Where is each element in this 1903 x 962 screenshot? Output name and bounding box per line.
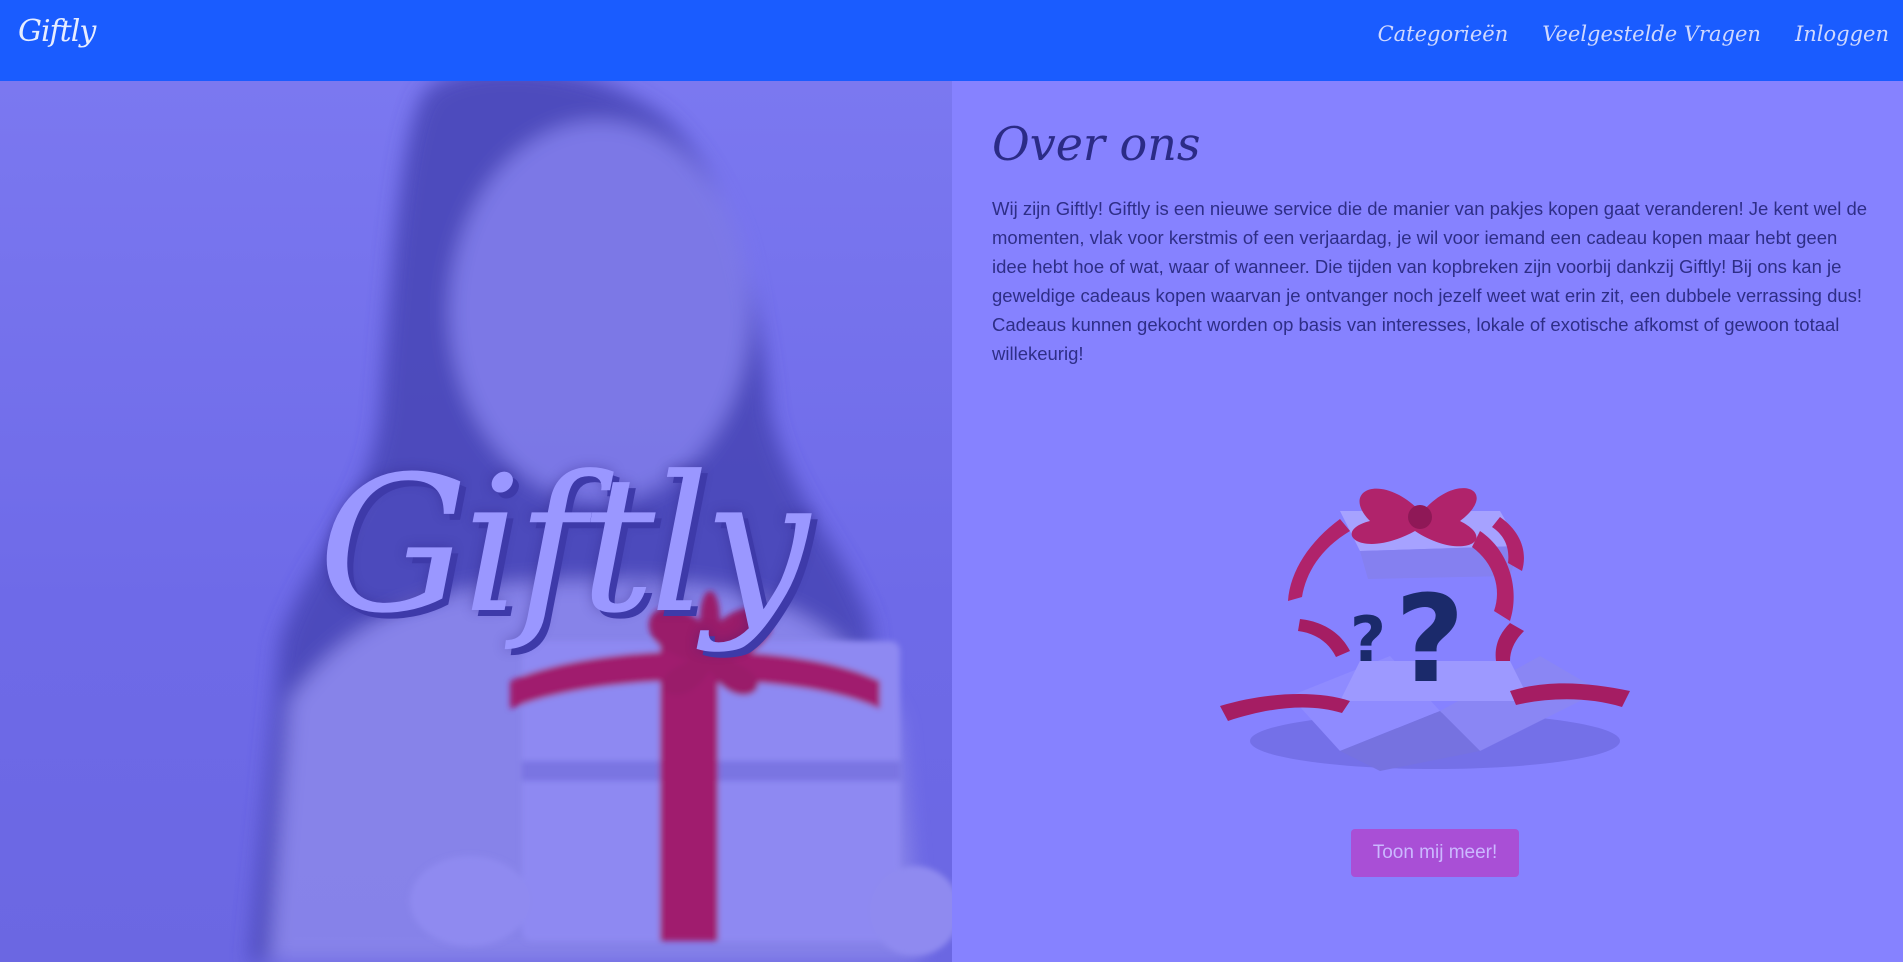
about-heading: Over ons [992, 117, 1201, 171]
hero-title-logo: Giftly [318, 436, 810, 655]
svg-text:?: ? [1395, 571, 1465, 710]
brand-logo-link[interactable]: Giftly [18, 14, 96, 49]
nav-link-login[interactable]: Inloggen [1795, 22, 1889, 46]
show-more-button[interactable]: Toon mij meer! [1351, 829, 1519, 877]
svg-text:?: ? [1350, 603, 1386, 676]
navbar: Giftly Categorieën Veelgestelde Vragen I… [0, 0, 1903, 81]
nav-link-faq[interactable]: Veelgestelde Vragen [1542, 22, 1761, 46]
about-section: Over ons Wij zijn Giftly! Giftly is een … [952, 81, 1903, 962]
nav-link-categories[interactable]: Categorieën [1378, 22, 1509, 46]
hero-section: Giftly [0, 81, 952, 962]
nav-links: Categorieën Veelgestelde Vragen Inloggen [1378, 22, 1889, 46]
about-description: Wij zijn Giftly! Giftly is een nieuwe se… [992, 198, 1868, 364]
mystery-gift-icon: ? ? [1220, 488, 1630, 771]
